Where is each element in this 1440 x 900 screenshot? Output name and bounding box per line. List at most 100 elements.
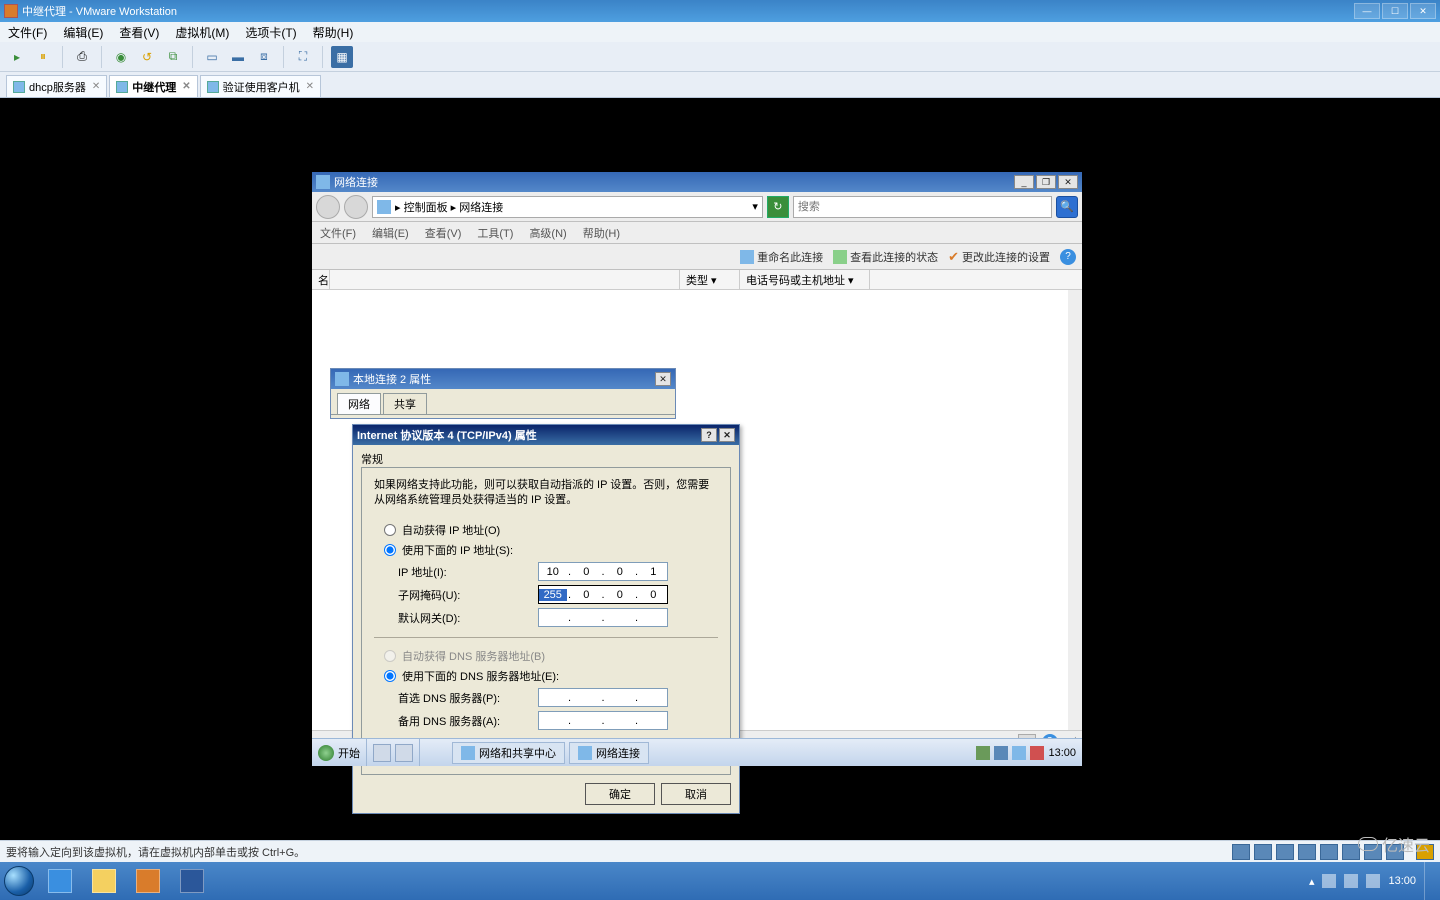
tab-client[interactable]: 验证使用客户机✕ xyxy=(200,75,321,97)
change-link[interactable]: ✔更改此连接的设置 xyxy=(948,249,1050,265)
tray-volume-icon[interactable] xyxy=(1030,746,1044,760)
status-link[interactable]: 查看此连接的状态 xyxy=(833,249,938,265)
search-input[interactable] xyxy=(793,196,1052,218)
nc-menu-help[interactable]: 帮助(H) xyxy=(575,225,628,241)
tray-chevron-icon[interactable]: ▴ xyxy=(1309,875,1315,888)
device-display-icon[interactable] xyxy=(1386,844,1404,860)
menu-tabs[interactable]: 选项卡(T) xyxy=(237,24,304,41)
view-console-icon[interactable]: ▭ xyxy=(201,46,223,68)
col-type[interactable]: 类型 ▾ xyxy=(680,270,740,289)
close-tab-icon[interactable]: ✕ xyxy=(182,81,190,92)
fullscreen-icon[interactable]: ⛶ xyxy=(292,46,314,68)
subnet-mask-field[interactable]: 255.0.0.0 xyxy=(538,585,668,604)
tray-icon[interactable] xyxy=(976,746,990,760)
tray-network-icon[interactable] xyxy=(1012,746,1026,760)
start-button[interactable]: 开始 xyxy=(312,739,367,766)
pinned-word[interactable] xyxy=(172,865,212,897)
taskbar-item-netconn[interactable]: 网络连接 xyxy=(569,742,649,764)
guest-taskbar: 开始 网络和共享中心 网络连接 13:00 xyxy=(312,738,1082,766)
tab-network[interactable]: 网络 xyxy=(337,393,381,414)
ok-button[interactable]: 确定 xyxy=(585,783,655,805)
tray-network-icon[interactable] xyxy=(1344,874,1358,888)
col-phone[interactable]: 电话号码或主机地址 ▾ xyxy=(740,270,870,289)
device-hdd-icon[interactable] xyxy=(1232,844,1250,860)
snap-manage-icon[interactable]: ⧉ xyxy=(162,46,184,68)
ip-address-field[interactable]: 10.0.0.1 xyxy=(538,562,668,581)
tab-general[interactable]: 常规 xyxy=(361,451,383,467)
show-desktop-button[interactable] xyxy=(1424,862,1434,900)
pinned-explorer[interactable] xyxy=(84,865,124,897)
device-cd-icon[interactable] xyxy=(1254,844,1272,860)
nc-menu-adv[interactable]: 高级(N) xyxy=(521,225,574,241)
tray-clock[interactable]: 13:00 xyxy=(1388,875,1416,887)
nav-fwd-icon[interactable] xyxy=(344,195,368,219)
nc-menu-view[interactable]: 查看(V) xyxy=(417,225,470,241)
snap-take-icon[interactable]: ◉ xyxy=(110,46,132,68)
nav-back-icon[interactable] xyxy=(316,195,340,219)
dialog-help-button[interactable]: ? xyxy=(701,428,717,442)
netconn-titlebar[interactable]: 网络连接 _ ❐ ✕ xyxy=(312,172,1082,192)
dialog-close-button[interactable]: ✕ xyxy=(719,428,735,442)
rename-link[interactable]: 重命名此连接 xyxy=(740,249,823,265)
tray-icon[interactable] xyxy=(994,746,1008,760)
menu-vm[interactable]: 虚拟机(M) xyxy=(167,24,237,41)
view-unity-icon[interactable]: ▬ xyxy=(227,46,249,68)
search-go-icon[interactable]: 🔍 xyxy=(1056,196,1078,218)
guest-min-button[interactable]: _ xyxy=(1014,175,1034,189)
radio-auto-ip[interactable]: 自动获得 IP 地址(O) xyxy=(384,522,718,538)
refresh-icon[interactable]: ↻ xyxy=(767,196,789,218)
dns2-field[interactable]: ... xyxy=(538,711,668,730)
menu-file[interactable]: 文件(F) xyxy=(0,24,55,41)
pinned-vmware[interactable] xyxy=(128,865,168,897)
close-tab-icon[interactable]: ✕ xyxy=(92,81,100,92)
device-sound-icon[interactable] xyxy=(1342,844,1360,860)
gateway-field[interactable]: ... xyxy=(538,608,668,627)
tray-clock[interactable]: 13:00 xyxy=(1048,747,1076,759)
close-button[interactable]: ✕ xyxy=(1410,3,1436,19)
dialog-close-button[interactable]: ✕ xyxy=(655,372,671,386)
help-icon[interactable]: ? xyxy=(1060,249,1076,265)
snapshot-icon[interactable]: ⎙ xyxy=(71,46,93,68)
radio-use-dns[interactable]: 使用下面的 DNS 服务器地址(E): xyxy=(384,668,718,684)
view-split-icon[interactable]: ⧈ xyxy=(253,46,275,68)
dns1-field[interactable]: ... xyxy=(538,688,668,707)
snap-revert-icon[interactable]: ↺ xyxy=(136,46,158,68)
label-ip: IP 地址(I): xyxy=(398,564,538,580)
nc-menu-file[interactable]: 文件(F) xyxy=(312,225,364,241)
device-msg-icon[interactable] xyxy=(1416,844,1434,860)
tab-relay[interactable]: 中继代理✕ xyxy=(109,75,197,97)
tray-action-icon[interactable] xyxy=(1322,874,1336,888)
col-name[interactable]: 名 xyxy=(312,270,330,289)
nc-menu-edit[interactable]: 编辑(E) xyxy=(364,225,417,241)
quicklaunch-icon[interactable] xyxy=(395,744,413,762)
device-printer-icon[interactable] xyxy=(1364,844,1382,860)
tab-dhcp[interactable]: dhcp服务器✕ xyxy=(6,75,107,97)
guest-restore-button[interactable]: ❐ xyxy=(1036,175,1056,189)
menu-help[interactable]: 帮助(H) xyxy=(305,24,362,41)
device-net-icon[interactable] xyxy=(1298,844,1316,860)
nc-menu-tools[interactable]: 工具(T) xyxy=(469,225,521,241)
radio-use-ip[interactable]: 使用下面的 IP 地址(S): xyxy=(384,542,718,558)
guest-close-button[interactable]: ✕ xyxy=(1058,175,1078,189)
menu-view[interactable]: 查看(V) xyxy=(111,24,167,41)
netconn-cmdbar: 重命名此连接 查看此连接的状态 ✔更改此连接的设置 ? xyxy=(312,244,1082,270)
guest-display[interactable]: 网络连接 _ ❐ ✕ ▸ 控制面板 ▸ 网络连接 ▾ ↻ 🔍 文件(F) 编辑(… xyxy=(0,98,1440,818)
pinned-ie[interactable] xyxy=(40,865,80,897)
minimize-button[interactable]: — xyxy=(1354,3,1380,19)
menu-edit[interactable]: 编辑(E) xyxy=(55,24,111,41)
maximize-button[interactable]: ☐ xyxy=(1382,3,1408,19)
cancel-button[interactable]: 取消 xyxy=(661,783,731,805)
quicklaunch-icon[interactable] xyxy=(373,744,391,762)
host-start-button[interactable] xyxy=(0,862,38,900)
tab-sharing[interactable]: 共享 xyxy=(383,393,427,414)
chevron-down-icon[interactable]: ▾ xyxy=(752,200,758,213)
suspend-icon[interactable]: ⏸ xyxy=(32,46,54,68)
device-floppy-icon[interactable] xyxy=(1276,844,1294,860)
taskbar-item-sharing[interactable]: 网络和共享中心 xyxy=(452,742,565,764)
power-on-icon[interactable]: ▸ xyxy=(6,46,28,68)
device-usb-icon[interactable] xyxy=(1320,844,1338,860)
close-tab-icon[interactable]: ✕ xyxy=(306,81,314,92)
library-icon[interactable]: ▦ xyxy=(331,46,353,68)
breadcrumb[interactable]: ▸ 控制面板 ▸ 网络连接 ▾ xyxy=(372,196,763,218)
tray-volume-icon[interactable] xyxy=(1366,874,1380,888)
